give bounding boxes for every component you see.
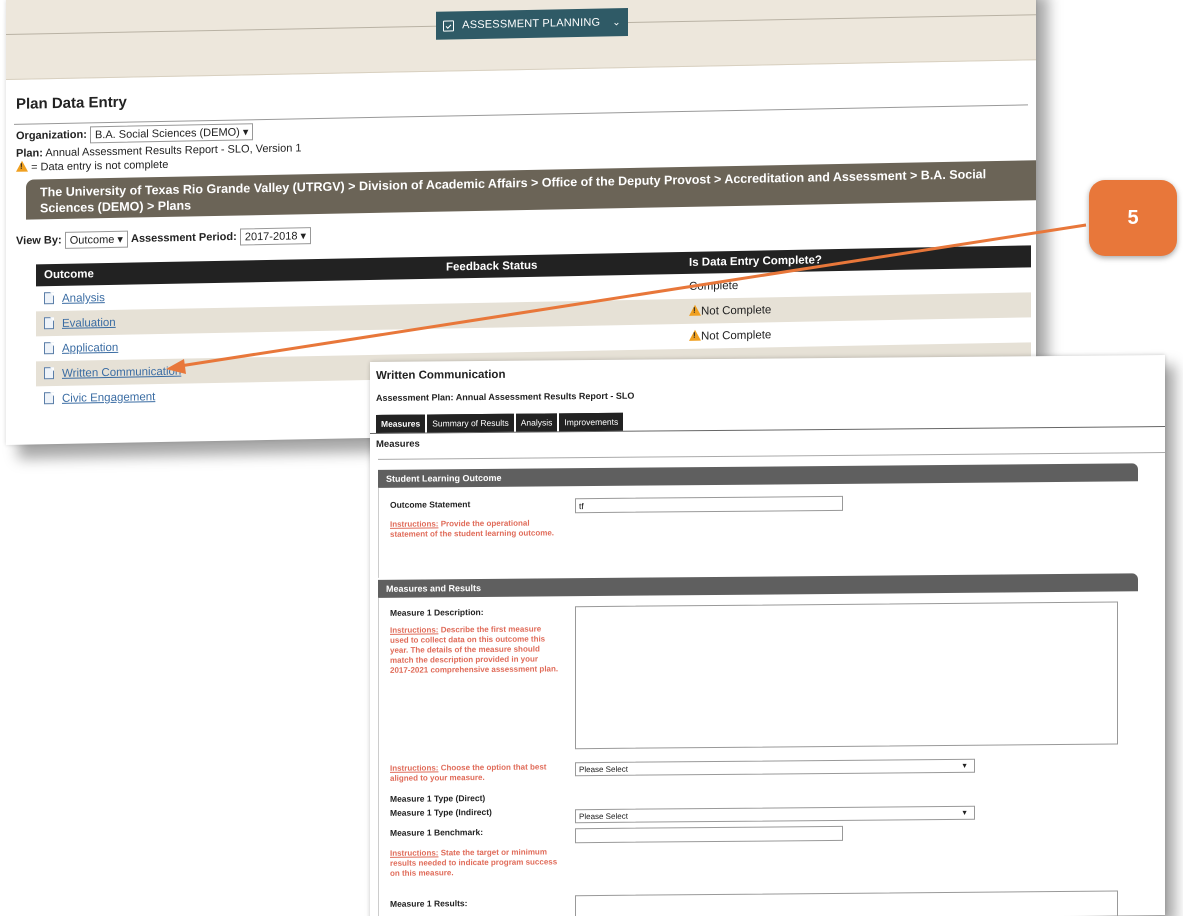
instructions-prefix: Instructions: bbox=[390, 763, 439, 773]
header-outcome: Outcome bbox=[44, 268, 94, 282]
outcome-statement-input[interactable] bbox=[575, 495, 843, 514]
section-label: Measures bbox=[376, 438, 420, 450]
measure1-results-label: Measure 1 Results: bbox=[390, 898, 468, 909]
legend-row: = Data entry is not complete bbox=[16, 158, 168, 174]
tab-improvements[interactable]: Improvements bbox=[559, 412, 624, 432]
view-by-label: View By: bbox=[16, 234, 62, 248]
page-title: Plan Data Entry bbox=[16, 93, 127, 113]
document-icon bbox=[44, 317, 54, 330]
instructions-prefix: Instructions: bbox=[390, 625, 439, 635]
title-divider bbox=[14, 104, 1028, 125]
instructions-prefix: Instructions: bbox=[390, 519, 439, 529]
document-icon bbox=[44, 367, 54, 380]
dropdown-arrow-icon: ▼ bbox=[961, 809, 968, 817]
outcome-link-application[interactable]: Application bbox=[62, 342, 118, 355]
header-feedback-status: Feedback Status bbox=[446, 259, 538, 274]
document-icon bbox=[44, 292, 54, 305]
tab-bar: Measures Summary of Results Analysis Imp… bbox=[376, 412, 624, 433]
plan-label: Plan: bbox=[16, 147, 43, 160]
measure1-description-textarea[interactable] bbox=[575, 601, 1118, 750]
measure1-benchmark-label: Measure 1 Benchmark: bbox=[390, 827, 484, 838]
feedback-cell bbox=[438, 337, 681, 342]
tab-analysis[interactable]: Analysis bbox=[515, 413, 558, 432]
organization-row: Organization: B.A. Social Sciences (DEMO… bbox=[16, 123, 254, 145]
measure1-description-label: Measure 1 Description: bbox=[390, 607, 484, 618]
assessment-planning-label: ASSESSMENT PLANNING bbox=[462, 16, 601, 32]
select-value: Please Select bbox=[579, 764, 628, 775]
assessment-plan-line: Assessment Plan: Annual Assessment Resul… bbox=[376, 390, 635, 403]
outcome-link-written-communication[interactable]: Written Communication bbox=[62, 366, 181, 380]
measure1-description-instructions: Instructions: Describe the first measure… bbox=[390, 624, 560, 675]
document-icon bbox=[44, 392, 54, 405]
view-by-select[interactable]: Outcome ▾ bbox=[64, 230, 128, 249]
breadcrumb: The University of Texas Rio Grande Valle… bbox=[26, 160, 1036, 220]
measure1-results-textarea[interactable] bbox=[575, 890, 1118, 916]
step-number-badge: 5 bbox=[1089, 180, 1177, 256]
status-cell: Not Complete bbox=[701, 304, 772, 318]
outcome-title: Written Communication bbox=[376, 368, 506, 382]
warning-icon bbox=[689, 329, 701, 341]
chevron-down-icon: ⌄ bbox=[612, 16, 621, 28]
measure1-type-direct-label: Measure 1 Type (Direct) bbox=[390, 792, 486, 804]
outcome-statement-label: Outcome Statement bbox=[390, 499, 471, 510]
view-by-value: Outcome bbox=[69, 233, 115, 247]
header-data-entry-complete: Is Data Entry Complete? bbox=[689, 254, 822, 269]
status-cell: Complete bbox=[689, 279, 739, 293]
top-nav-bar: ASSESSMENT PLANNING ⌄ bbox=[6, 0, 1036, 80]
assessment-period-label: Assessment Period: bbox=[131, 230, 237, 246]
calendar-check-icon bbox=[443, 19, 455, 32]
assessment-planning-menu-button[interactable]: ASSESSMENT PLANNING ⌄ bbox=[436, 8, 628, 40]
legend-text: = Data entry is not complete bbox=[31, 158, 169, 174]
feedback-cell bbox=[438, 287, 681, 292]
select-value: Please Select bbox=[579, 811, 628, 822]
view-by-row: View By: Outcome ▾ Assessment Period: 20… bbox=[16, 227, 312, 250]
tab-measures[interactable]: Measures bbox=[376, 414, 426, 433]
choose-option-instructions: Instructions: Choose the option that bes… bbox=[390, 762, 560, 783]
tab-summary-of-results[interactable]: Summary of Results bbox=[427, 413, 514, 433]
plan-value: Annual Assessment Results Report - SLO, … bbox=[45, 142, 302, 160]
assessment-period-value: 2017-2018 bbox=[244, 230, 298, 244]
dropdown-arrow-icon: ▼ bbox=[961, 762, 968, 770]
status-cell: Not Complete bbox=[701, 329, 772, 343]
feedback-cell bbox=[438, 312, 681, 317]
section-divider bbox=[378, 452, 1165, 460]
measure1-type-indirect-label: Measure 1 Type (Indirect) bbox=[390, 806, 492, 818]
organization-select[interactable]: B.A. Social Sciences (DEMO) ▾ bbox=[89, 123, 254, 144]
outcome-instructions: Instructions: Provide the operational st… bbox=[390, 518, 560, 539]
organization-value: B.A. Social Sciences (DEMO) bbox=[94, 126, 240, 142]
outcome-link-evaluation[interactable]: Evaluation bbox=[62, 317, 116, 330]
benchmark-instructions: Instructions: State the target or minimu… bbox=[390, 847, 560, 878]
outcome-link-civic-engagement[interactable]: Civic Engagement bbox=[62, 391, 155, 405]
outcome-link-analysis[interactable]: Analysis bbox=[62, 292, 105, 305]
warning-icon bbox=[16, 160, 28, 172]
assessment-period-select[interactable]: 2017-2018 ▾ bbox=[239, 227, 312, 246]
organization-label: Organization: bbox=[16, 128, 87, 143]
document-icon bbox=[44, 342, 54, 355]
measure1-benchmark-input[interactable] bbox=[575, 825, 843, 844]
written-communication-window: Written Communication Assessment Plan: A… bbox=[370, 355, 1165, 916]
warning-icon bbox=[689, 304, 701, 316]
instructions-prefix: Instructions: bbox=[390, 848, 439, 858]
